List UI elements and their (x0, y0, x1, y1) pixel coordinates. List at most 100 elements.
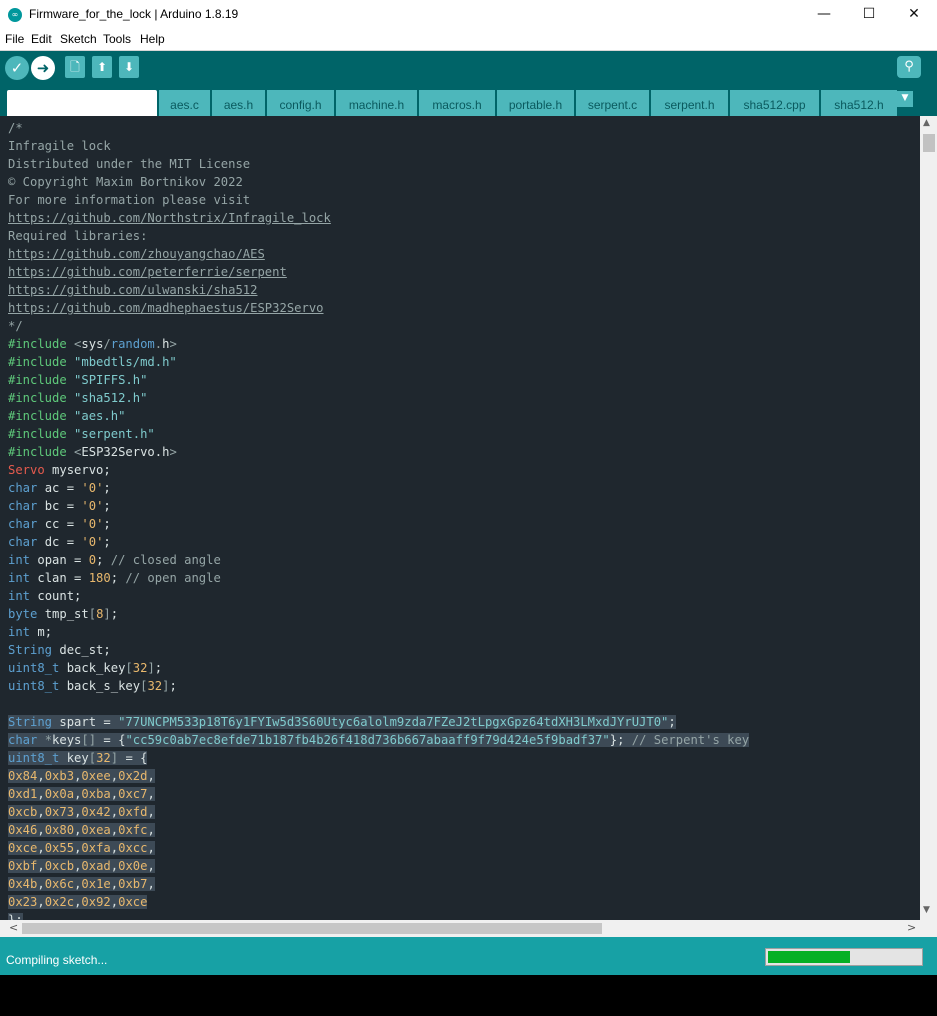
code-token: https://github.com/zhouyangchao/AES (8, 247, 265, 261)
code-content: int count; (8, 589, 81, 603)
code-token: }; (609, 733, 632, 747)
code-token: #include (8, 373, 75, 387)
code-token: https://github.com/madhephaestus/ESP32Se… (8, 301, 324, 315)
code-token: 0x80 (44, 823, 75, 837)
code-token: // Serpent's key (631, 733, 750, 747)
code-content: int clan = 180; // open angle (8, 571, 221, 585)
code-token: ; (154, 661, 163, 675)
code-line: int clan = 180; // open angle (8, 569, 749, 587)
code-token: 0xce (8, 841, 38, 855)
code-token: back_s_key (59, 679, 141, 693)
tab-menu-button[interactable]: ▼ (897, 91, 913, 107)
code-token: cc = (37, 517, 82, 531)
tab-aes-h[interactable]: aes.h (212, 90, 265, 116)
tab-main-sketch[interactable] (7, 90, 157, 116)
code-content: uint8_t back_s_key[32]; (8, 679, 177, 693)
code-line: }; (8, 911, 749, 920)
code-token: "serpent.h" (74, 427, 155, 441)
menu-file[interactable]: File (5, 32, 24, 46)
new-sketch-button[interactable]: 🗋 (65, 56, 85, 78)
tab-serpent-h[interactable]: serpent.h (651, 90, 728, 116)
close-button[interactable]: ✕ (891, 0, 937, 30)
code-token: ac = (37, 481, 82, 495)
code-token: 0x92 (81, 895, 111, 909)
code-line: https://github.com/peterferrie/serpent (8, 263, 749, 281)
code-token: m; (30, 625, 53, 639)
code-token: , (110, 877, 119, 891)
code-token: , (37, 877, 45, 891)
code-line: 0x4b,0x6c,0x1e,0xb7, (8, 875, 749, 893)
vertical-scrollbar[interactable]: ▲ ▼ (920, 116, 937, 920)
code-token: 0x1e (81, 877, 111, 891)
code-line: */ (8, 317, 749, 335)
minimize-button[interactable]: — (801, 0, 847, 30)
code-content: https://github.com/peterferrie/serpent (8, 265, 287, 279)
horizontal-scrollbar[interactable]: < > (0, 920, 937, 937)
selected-code: 0x84,0xb3,0xee,0x2d, (8, 769, 155, 783)
menu-sketch[interactable]: Sketch (60, 32, 97, 46)
tab-portable-h[interactable]: portable.h (497, 90, 574, 116)
tab-macros-h[interactable]: macros.h (419, 90, 495, 116)
code-token: ; (96, 553, 111, 567)
code-line: char bc = '0'; (8, 497, 749, 515)
menu-help[interactable]: Help (140, 32, 165, 46)
tab-aes-c[interactable]: aes.c (159, 90, 210, 116)
code-token: 32 (132, 661, 148, 675)
code-token: 0xad (81, 859, 111, 873)
tab-machine-h[interactable]: machine.h (336, 90, 417, 116)
scroll-up-icon[interactable]: ▲ (923, 118, 930, 128)
code-token: , (147, 769, 155, 783)
code-token: 0xea (81, 823, 111, 837)
code-line: String dec_st; (8, 641, 749, 659)
code-content: https://github.com/zhouyangchao/AES (8, 247, 265, 261)
code-editor[interactable]: /* Infragile lock Distributed under the MI… (0, 116, 920, 920)
code-line: int m; (8, 623, 749, 641)
vertical-scroll-thumb[interactable] (923, 134, 935, 152)
save-sketch-button[interactable]: ⬇ (119, 56, 139, 78)
tab-sha512-h[interactable]: sha512.h (821, 90, 897, 116)
code-content: Servo myservo; (8, 463, 111, 477)
code-token: , (37, 841, 45, 855)
code-content: #include "mbedtls/md.h" (8, 355, 177, 369)
code-content: char cc = '0'; (8, 517, 111, 531)
scroll-right-icon[interactable]: > (907, 921, 916, 934)
title-bar: ∞ Firmware_for_the_lock | Arduino 1.8.19… (0, 0, 937, 30)
scroll-down-icon[interactable]: ▼ (923, 905, 930, 915)
code-token: 0x0e (118, 859, 148, 873)
code-token: '0' (81, 499, 104, 513)
tab-sha512-cpp[interactable]: sha512.cpp (730, 90, 819, 116)
code-line: Servo myservo; (8, 461, 749, 479)
maximize-button[interactable]: ☐ (846, 0, 892, 30)
menu-edit[interactable]: Edit (31, 32, 52, 46)
open-sketch-button[interactable]: ⬆ (92, 56, 112, 78)
code-content: https://github.com/madhephaestus/ESP32Se… (8, 301, 324, 315)
code-token: 0xfa (81, 841, 111, 855)
tab-config-h[interactable]: config.h (267, 90, 334, 116)
code-token: [ (88, 607, 97, 621)
code-token: 0xba (81, 787, 111, 801)
tab-serpent-c[interactable]: serpent.c (576, 90, 649, 116)
code-content: https://github.com/ulwanski/sha512 (8, 283, 257, 297)
upload-button[interactable]: ➜ (31, 56, 55, 80)
code-token: = { (96, 733, 126, 747)
code-token: */ (8, 319, 23, 333)
scroll-left-icon[interactable]: < (9, 921, 18, 934)
code-token: }; (8, 913, 23, 920)
serial-monitor-button[interactable]: ⚲ (897, 56, 921, 78)
code-token: For more information please visit (8, 193, 251, 207)
menu-tools[interactable]: Tools (103, 32, 131, 46)
code-token: 32 (147, 679, 163, 693)
code-text: /* Infragile lock Distributed under the MI… (8, 119, 750, 920)
code-token: 0xce (118, 895, 148, 909)
code-token: , (110, 823, 119, 837)
horizontal-scroll-thumb[interactable] (22, 923, 602, 934)
code-line: Distributed under the MIT License (8, 155, 749, 173)
toolbar: ✓ ➜ 🗋 ⬆ ⬇ ⚲ (0, 51, 937, 88)
code-token: dec_st; (52, 643, 111, 657)
code-token: , (147, 787, 155, 801)
verify-button[interactable]: ✓ (5, 56, 29, 80)
checkmark-icon: ✓ (10, 59, 24, 77)
code-token: , (147, 805, 155, 819)
code-token: /* (8, 121, 23, 135)
